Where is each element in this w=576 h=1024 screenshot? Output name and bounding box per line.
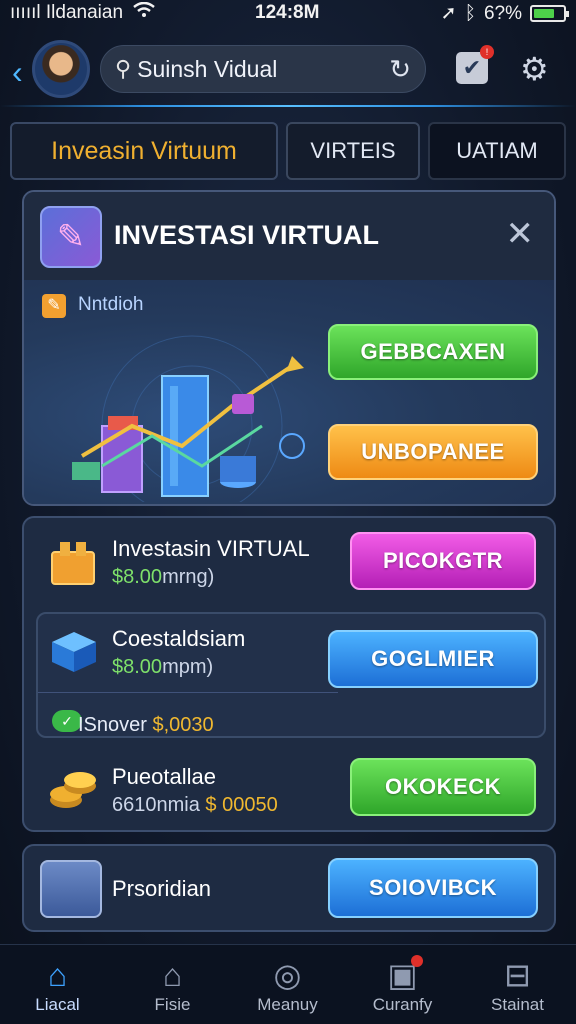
- nav-label: Curanfy: [372, 995, 433, 1014]
- refresh-icon[interactable]: ↻: [389, 54, 411, 85]
- nav-item-stainat[interactable]: ⊟ Stainat: [460, 945, 575, 1024]
- bluetooth-icon: ᛒ: [464, 2, 476, 24]
- search-bar[interactable]: ⚲ Suinsh Vidual ↻: [100, 45, 426, 93]
- nav-item-meanuy[interactable]: ◎ Meanuy: [230, 945, 345, 1024]
- wifi-icon: [133, 1, 155, 24]
- home-icon: ⌂: [47, 957, 68, 993]
- goglmier-button[interactable]: GOGLMIER: [328, 630, 538, 688]
- panel-body: ✎ Nntdioh GEBBCAXEN UNBOPANEE: [24, 280, 554, 504]
- issuer-line: ISnover $,0030: [78, 714, 214, 737]
- battery-icon: [530, 5, 569, 22]
- list-item-title: Investasin VIRTUAL: [112, 536, 310, 561]
- nav-label: Stainat: [491, 995, 544, 1014]
- list-item-amount: $8.00: [112, 656, 163, 678]
- nav-label: Meanuy: [257, 995, 318, 1014]
- pencil-icon: ✎: [42, 294, 66, 318]
- list-item-title: Coestaldsiam: [112, 626, 246, 651]
- package-icon: [51, 542, 95, 585]
- notification-dot-icon: [411, 955, 423, 967]
- compass-icon: ◎: [273, 957, 302, 993]
- divider: [38, 692, 338, 693]
- list-item-unit: mpm): [162, 656, 214, 678]
- list-item-amount: 6610nmia: [112, 794, 200, 816]
- app-header: ‹ ⚲ Suinsh Vidual ↻ ✔! ⚙: [0, 38, 576, 102]
- battery-percent: 6?%: [483, 2, 522, 24]
- store-icon: ⊟: [504, 957, 531, 993]
- okokeck-button[interactable]: OKOKECK: [350, 758, 536, 816]
- tab-uatiam[interactable]: UATIAM: [428, 122, 566, 180]
- nav-label: Fisie: [154, 995, 191, 1014]
- investasi-panel: ✎ INVESTASI VIRTUAL ✕ ✎ Nntdioh GEBBCAXE…: [22, 190, 556, 506]
- soiovibck-button[interactable]: SOIOVIBCK: [328, 858, 538, 918]
- list-item-amount: $8.00: [112, 566, 163, 588]
- notification-badge-icon: !: [480, 45, 494, 59]
- status-time: 124:8M: [255, 2, 320, 23]
- unbopanee-button[interactable]: UNBOPANEE: [328, 424, 538, 480]
- briefcase-icon: ▣: [387, 957, 418, 993]
- tab-virteis[interactable]: VIRTEIS: [286, 122, 420, 180]
- picokgtr-button[interactable]: PICOKGTR: [350, 532, 536, 590]
- list-item-expanded: Coestaldsiam $8.00mpm) ✓ ISnover $,0030 …: [36, 612, 546, 738]
- gebbcaxen-button[interactable]: GEBBCAXEN: [328, 324, 538, 380]
- issuer-amount: $,0030: [152, 714, 214, 736]
- back-chevron-icon[interactable]: ‹: [12, 54, 23, 91]
- notification-button[interactable]: ✔!: [456, 45, 494, 84]
- investment-list: Investasin VIRTUAL $8.00mrng) PICOKGTR C…: [22, 516, 556, 832]
- nav-item-liacal[interactable]: ⌂ Liacal: [0, 945, 115, 1024]
- list-item-unit: mrng): [162, 566, 215, 588]
- search-input[interactable]: Suinsh Vidual: [137, 56, 389, 83]
- carrier-label: ıııııl Ildanaian: [10, 2, 124, 23]
- investment-illustration: [72, 335, 305, 502]
- cube-icon: [52, 632, 96, 672]
- provision-label: Prsoridian: [112, 876, 212, 901]
- status-right: ➚ ᛒ 6?%: [440, 2, 569, 25]
- panel-header: ✎ INVESTASI VIRTUAL ✕: [24, 192, 554, 280]
- tab-inveasin-virtuum[interactable]: Inveasin Virtuum: [10, 122, 278, 180]
- list-item-price: $ 00050: [205, 794, 278, 816]
- avatar[interactable]: [32, 40, 90, 98]
- list-item-value: $8.00mpm): [112, 656, 213, 679]
- nav-item-fisie[interactable]: ⌂ Fisie: [115, 945, 230, 1024]
- close-icon[interactable]: ✕: [506, 214, 535, 254]
- panel-subtitle: Nntdioh: [78, 294, 144, 315]
- calculator-icon: [40, 860, 102, 918]
- battery-fill: [534, 9, 554, 18]
- search-icon: ⚲: [115, 56, 132, 81]
- gear-icon[interactable]: ⚙: [520, 50, 549, 88]
- coins-icon: [50, 772, 96, 808]
- provision-card: Prsoridian SOIOVIBCK: [22, 844, 556, 932]
- bottom-nav: ⌂ Liacal ⌂ Fisie ◎ Meanuy ▣ Curanfy ⊟ St…: [0, 944, 576, 1024]
- list-item-value: $8.00mrng): [112, 566, 214, 589]
- list-item-value: 6610nmia $ 00050: [112, 794, 278, 817]
- feather-icon: ✎: [40, 206, 102, 268]
- nav-item-curanfy[interactable]: ▣ Curanfy: [345, 945, 460, 1024]
- issuer-label: ISnover: [78, 714, 147, 736]
- house-outline-icon: ⌂: [162, 957, 183, 993]
- header-divider: [0, 105, 576, 107]
- panel-title: INVESTASI VIRTUAL: [114, 220, 380, 250]
- list-item-title: Pueotallae: [112, 764, 216, 789]
- status-bar: ıııııl Ildanaian 124:8M ➚ ᛒ 6?%: [0, 0, 576, 26]
- location-icon: ➚: [440, 3, 457, 24]
- nav-label: Liacal: [35, 995, 80, 1014]
